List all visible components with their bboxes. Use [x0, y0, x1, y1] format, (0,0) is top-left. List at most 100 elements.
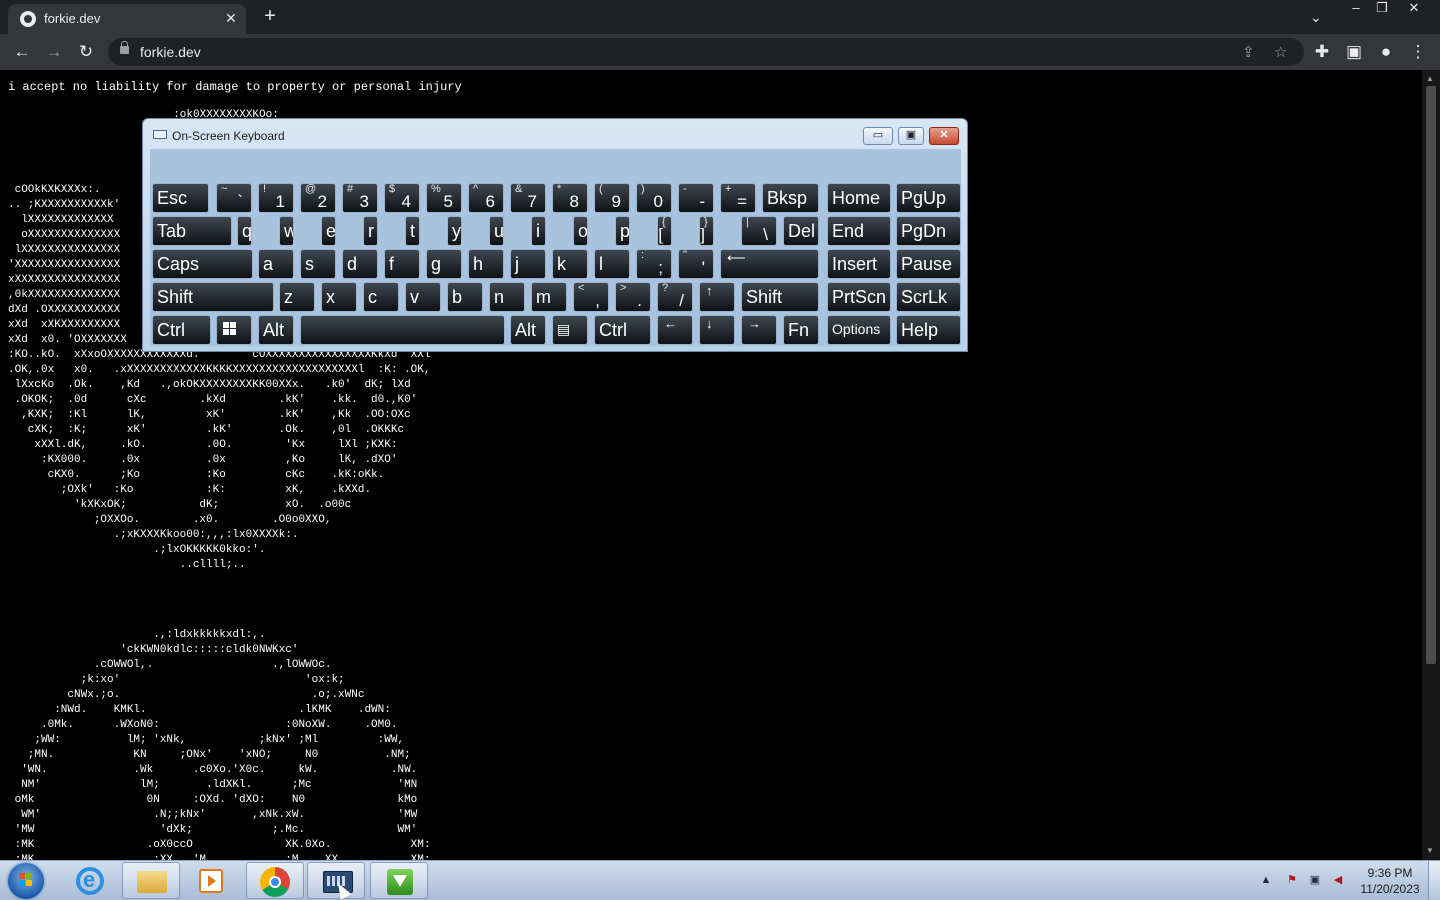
key-h[interactable]: h	[468, 249, 504, 279]
key-home[interactable]: Home	[827, 183, 891, 213]
taskbar-media-player[interactable]	[182, 862, 240, 899]
bookmark-star-icon[interactable]: ☆	[1274, 43, 1287, 61]
key-number-6[interactable]: % 5	[426, 183, 462, 213]
new-tab-button[interactable]: +	[258, 5, 282, 29]
key-tab[interactable]: Tab	[152, 216, 232, 246]
key-space-7[interactable]: ←	[657, 315, 693, 345]
lock-icon[interactable]	[120, 41, 129, 54]
key-number-12[interactable]: --	[678, 183, 714, 213]
key-number-13[interactable]: + =	[720, 183, 756, 213]
key-scrlk[interactable]: ScrLk	[896, 282, 961, 312]
key-pause[interactable]: Pause	[896, 249, 961, 279]
key-esc[interactable]: Esc	[152, 183, 209, 213]
key-windows[interactable]	[216, 315, 252, 345]
side-panel-icon[interactable]: ▣	[1344, 42, 1364, 62]
key-alt[interactable]: Alt	[258, 315, 294, 345]
key-number-10[interactable]: (9	[594, 183, 630, 213]
taskbar-on-screen-keyboard[interactable]	[307, 862, 365, 899]
window-minimize-button[interactable]: –	[1343, 0, 1369, 18]
key-number-11[interactable]: ) 0	[636, 183, 672, 213]
osk-minimize-button[interactable]: ▭	[863, 127, 893, 145]
show-desktop-button[interactable]	[1428, 861, 1440, 900]
address-bar[interactable]: forkie.dev ⇪ ☆	[108, 38, 1304, 66]
key-c[interactable]: c	[363, 282, 399, 312]
key-n[interactable]: n	[489, 282, 525, 312]
taskbar-file-explorer[interactable]	[122, 862, 180, 899]
key-s[interactable]: s	[300, 249, 336, 279]
taskbar-internet-explorer[interactable]	[62, 862, 120, 899]
share-icon[interactable]: ⇪	[1242, 43, 1255, 61]
scrollbar-thumb[interactable]	[1426, 86, 1436, 664]
key-del[interactable]: Del	[783, 216, 819, 246]
action-center-flag-icon[interactable]: ⚑	[1285, 874, 1299, 886]
key-space-9[interactable]: →	[741, 315, 777, 345]
reload-button[interactable]: ↻	[76, 42, 96, 62]
key-i[interactable]: i	[531, 216, 546, 246]
network-icon[interactable]: ▣	[1308, 874, 1322, 886]
key-a[interactable]: a	[258, 249, 294, 279]
clock-date[interactable]: 11/20/2023	[1357, 882, 1423, 896]
key-space-8[interactable]: ↓	[699, 315, 735, 345]
osk-maximize-button[interactable]: ▣	[898, 127, 924, 145]
key-o[interactable]: o	[573, 216, 588, 246]
key-space-11[interactable]: Options	[827, 315, 891, 345]
clock-time[interactable]: 9:36 PM	[1365, 866, 1415, 880]
key-number-1[interactable]: ~ `	[216, 183, 252, 213]
key-w[interactable]: w	[279, 216, 294, 246]
show-hidden-icons-icon[interactable]: ▲	[1259, 874, 1273, 886]
window-close-button[interactable]: ✕	[1401, 0, 1427, 18]
key-bottom-11[interactable]: ↑	[699, 282, 735, 312]
key-top-11[interactable]: {[	[657, 216, 672, 246]
key-prtscn[interactable]: PrtScn	[827, 282, 891, 312]
scroll-down-icon[interactable]: ▼	[1426, 846, 1434, 855]
key-number-3[interactable]: @2	[300, 183, 336, 213]
key-number-9[interactable]: * 8	[552, 183, 588, 213]
key-shift[interactable]: Shift	[152, 282, 274, 312]
key-k[interactable]: k	[552, 249, 588, 279]
key-top-13[interactable]: | \	[741, 216, 777, 246]
key-bottom-10[interactable]: ? /	[657, 282, 693, 312]
forward-button[interactable]: →	[44, 42, 64, 62]
key-insert[interactable]: Insert	[827, 249, 891, 279]
key-number-5[interactable]: $4	[384, 183, 420, 213]
key-q[interactable]: q	[237, 216, 252, 246]
key-f[interactable]: f	[384, 249, 420, 279]
scroll-up-icon[interactable]: ▲	[1426, 74, 1434, 83]
key-y[interactable]: y	[447, 216, 462, 246]
key-v[interactable]: v	[405, 282, 441, 312]
key-help[interactable]: Help	[896, 315, 961, 345]
key-ctrl[interactable]: Ctrl	[152, 315, 211, 345]
taskbar-green-app[interactable]	[370, 862, 428, 899]
back-button[interactable]: ←	[12, 42, 32, 62]
tab-close-button[interactable]: ✕	[222, 9, 240, 27]
key-p[interactable]: p	[615, 216, 630, 246]
key-e[interactable]: e	[321, 216, 336, 246]
key-ctrl[interactable]: Ctrl	[594, 315, 651, 345]
key-bottom-8[interactable]: <,	[573, 282, 609, 312]
tab-forkie[interactable]: forkie.dev ✕	[8, 4, 246, 34]
key-z[interactable]: z	[279, 282, 315, 312]
taskbar-chrome[interactable]	[246, 862, 304, 899]
on-screen-keyboard-window[interactable]: On-Screen Keyboard ▭ ▣ ✕ Esc ~ `! 1 @2 #3 $4% 5…	[142, 118, 968, 352]
key-b[interactable]: b	[447, 282, 483, 312]
key-number-7[interactable]: ^ 6	[468, 183, 504, 213]
start-button[interactable]	[8, 863, 44, 899]
osk-titlebar[interactable]: On-Screen Keyboard ▭ ▣ ✕	[143, 119, 967, 149]
key-r[interactable]: r	[363, 216, 378, 246]
page-scrollbar[interactable]: ▲ ▼	[1422, 70, 1440, 860]
key-caps[interactable]: Caps	[152, 249, 253, 279]
key-number-2[interactable]: ! 1	[258, 183, 294, 213]
key-j[interactable]: j	[510, 249, 546, 279]
key-home-12[interactable]: ⟵	[720, 249, 819, 279]
tab-search-icon[interactable]: ⌄	[1310, 9, 1322, 26]
volume-muted-icon[interactable]: ◀	[1331, 874, 1345, 886]
key-g[interactable]: g	[426, 249, 462, 279]
key-alt[interactable]: Alt	[510, 315, 546, 345]
key-number-8[interactable]: & 7	[510, 183, 546, 213]
extensions-icon[interactable]: ✚	[1312, 42, 1332, 62]
key-number-4[interactable]: #3	[342, 183, 378, 213]
osk-close-button[interactable]: ✕	[929, 127, 959, 145]
key-home-10[interactable]: :;	[636, 249, 672, 279]
key-l[interactable]: l	[594, 249, 630, 279]
key-home-11[interactable]: " '	[678, 249, 714, 279]
